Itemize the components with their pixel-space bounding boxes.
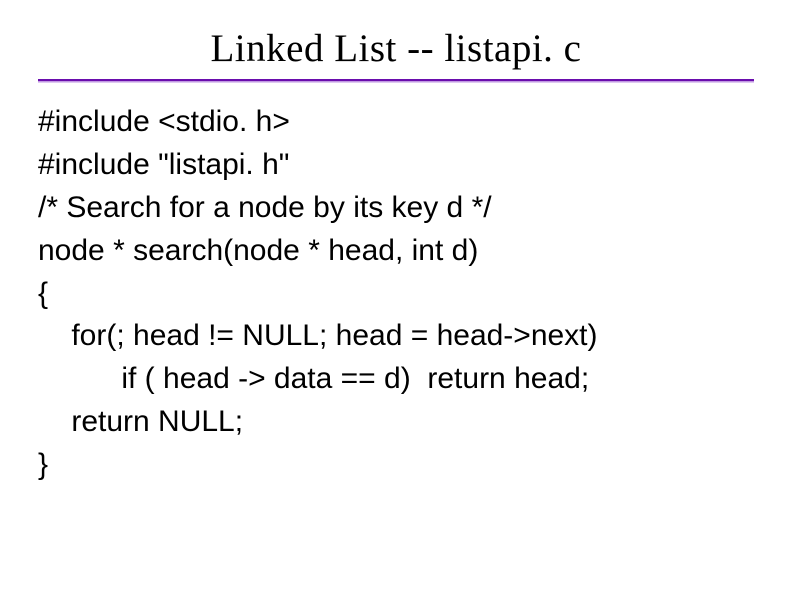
code-line: } bbox=[38, 444, 754, 487]
title-underline bbox=[38, 79, 754, 83]
code-line: #include <stdio. h> bbox=[38, 101, 754, 144]
code-line: node * search(node * head, int d) bbox=[38, 230, 754, 273]
code-line: { bbox=[38, 273, 754, 316]
code-line: #include "listapi. h" bbox=[38, 144, 754, 187]
slide: { "title": "Linked List -- listapi. c", … bbox=[0, 0, 792, 612]
slide-title: Linked List -- listapi. c bbox=[0, 0, 792, 79]
code-line: return NULL; bbox=[38, 401, 754, 444]
code-line: for(; head != NULL; head = head->next) bbox=[38, 315, 754, 358]
code-line: if ( head -> data == d) return head; bbox=[38, 358, 754, 401]
code-line: /* Search for a node by its key d */ bbox=[38, 187, 754, 230]
code-block: #include <stdio. h> #include "listapi. h… bbox=[0, 83, 792, 487]
